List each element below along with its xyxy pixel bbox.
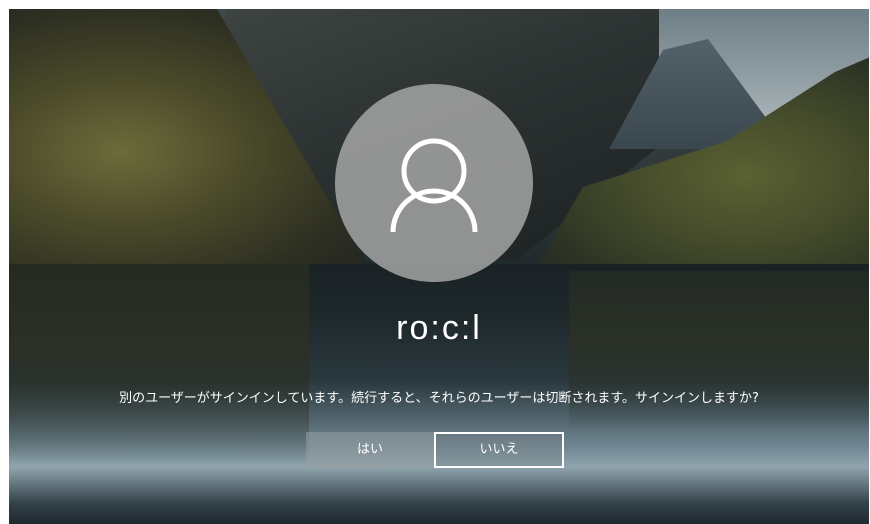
username: ro:c:l bbox=[396, 309, 482, 347]
lake-reflection-left bbox=[9, 264, 309, 464]
avatar bbox=[335, 84, 533, 282]
yes-button[interactable]: はい bbox=[306, 432, 434, 468]
lock-screen: ro:c:l 別のユーザーがサインインしています。続行すると、それらのユーザーは… bbox=[9, 9, 869, 524]
no-button[interactable]: いいえ bbox=[434, 432, 564, 468]
signin-warning-message: 別のユーザーがサインインしています。続行すると、それらのユーザーは切断されます。… bbox=[119, 391, 759, 406]
lake-reflection-right bbox=[569, 271, 869, 431]
user-icon bbox=[390, 138, 478, 233]
